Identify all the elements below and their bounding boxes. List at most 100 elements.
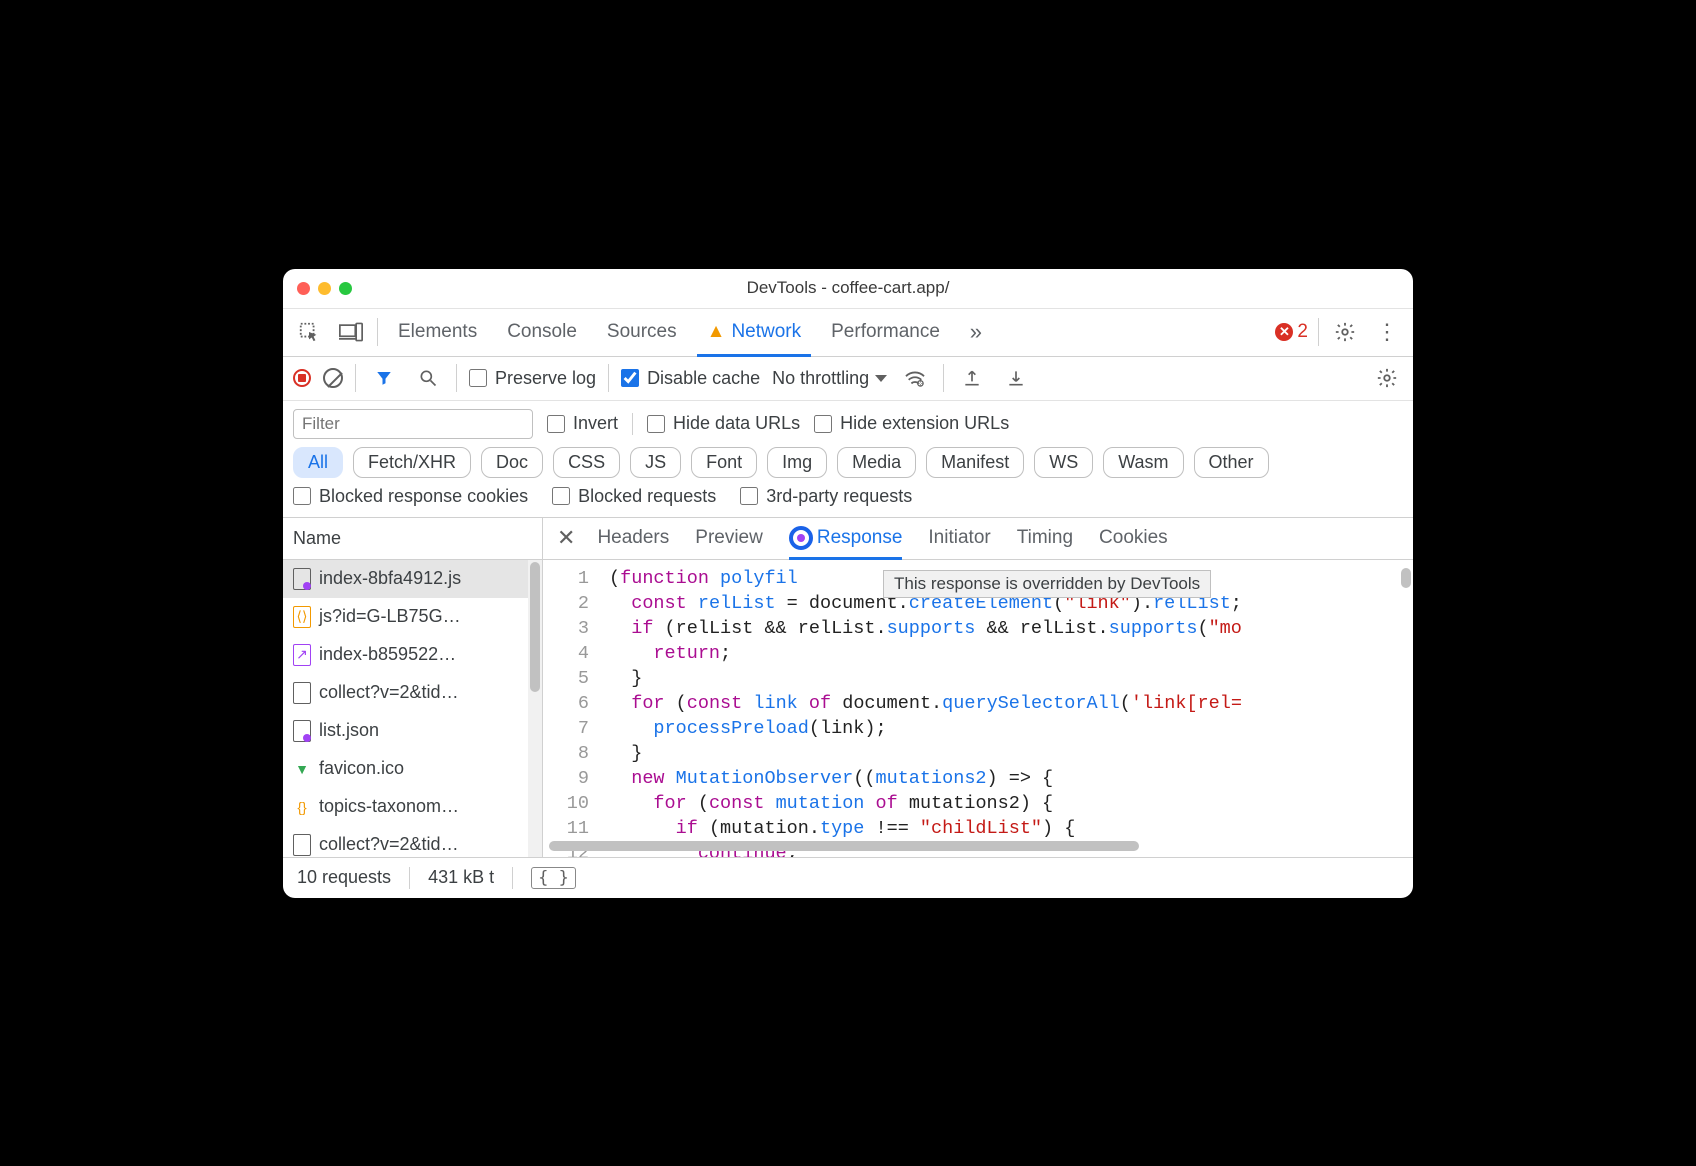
detail-tab-label: Preview <box>695 527 763 549</box>
type-chip-css[interactable]: CSS <box>553 447 620 478</box>
panel-tab-label: Elements <box>398 321 477 343</box>
request-row[interactable]: {}topics-taxonom… <box>283 788 542 826</box>
status-bar: 10 requests 431 kB t { } <box>283 858 1413 898</box>
clear-button[interactable] <box>323 368 343 388</box>
detail-tab-preview[interactable]: Preview <box>695 517 763 559</box>
panel-tab-network[interactable]: ▲Network <box>697 309 812 357</box>
hide-data-urls-checkbox[interactable]: Hide data URLs <box>647 413 800 434</box>
error-count-badge[interactable]: ✕ 2 <box>1275 321 1308 343</box>
vue-icon: ▼ <box>293 758 311 780</box>
request-row[interactable]: collect?v=2&tid… <box>283 674 542 712</box>
preserve-log-checkbox[interactable]: Preserve log <box>469 368 596 389</box>
scrollbar-thumb[interactable] <box>549 841 1139 851</box>
search-icon[interactable] <box>412 362 444 394</box>
titlebar: DevTools - coffee-cart.app/ <box>283 269 1413 309</box>
preserve-log-label: Preserve log <box>495 368 596 389</box>
hide-extension-urls-checkbox[interactable]: Hide extension URLs <box>814 413 1009 434</box>
code-vertical-scrollbar[interactable] <box>1401 568 1411 588</box>
request-name: favicon.ico <box>319 758 404 779</box>
type-chip-fetchxhr[interactable]: Fetch/XHR <box>353 447 471 478</box>
record-button[interactable] <box>293 369 311 387</box>
filter-toggle-icon[interactable] <box>368 362 400 394</box>
request-row[interactable]: index-8bfa4912.js <box>283 560 542 598</box>
zoom-window-button[interactable] <box>339 282 352 295</box>
more-tabs-icon[interactable]: » <box>960 316 992 348</box>
panel-tab-sources[interactable]: Sources <box>597 308 687 356</box>
inspect-icon[interactable] <box>293 316 325 348</box>
close-detail-button[interactable]: ✕ <box>557 525 575 551</box>
import-har-icon[interactable] <box>956 362 988 394</box>
blocked-cookies-checkbox[interactable]: Blocked response cookies <box>293 486 528 507</box>
blocked-cookies-label: Blocked response cookies <box>319 486 528 507</box>
filter-input[interactable] <box>293 409 533 439</box>
code-content[interactable]: (function polyfil const relList = docume… <box>599 560 1413 857</box>
panel-tab-console[interactable]: Console <box>497 308 587 356</box>
blocked-requests-checkbox[interactable]: Blocked requests <box>552 486 716 507</box>
minimize-window-button[interactable] <box>318 282 331 295</box>
kebab-menu-icon[interactable]: ⋮ <box>1371 316 1403 348</box>
transferred-size: 431 kB t <box>428 867 494 888</box>
extra-filter-row: Blocked response cookies Blocked request… <box>283 486 1413 518</box>
request-row[interactable]: collect?v=2&tid… <box>283 826 542 857</box>
type-chip-ws[interactable]: WS <box>1034 447 1093 478</box>
divider <box>355 364 356 392</box>
type-chip-wasm[interactable]: Wasm <box>1103 447 1183 478</box>
type-chip-js[interactable]: JS <box>630 447 681 478</box>
type-chip-font[interactable]: Font <box>691 447 757 478</box>
detail-tab-label: Response <box>817 527 903 549</box>
invert-checkbox[interactable]: Invert <box>547 413 618 434</box>
type-chip-other[interactable]: Other <box>1194 447 1269 478</box>
pretty-print-button[interactable]: { } <box>531 867 576 889</box>
code-horizontal-scrollbar[interactable] <box>543 841 1403 853</box>
detail-tab-timing[interactable]: Timing <box>1017 517 1073 559</box>
request-count: 10 requests <box>297 867 391 888</box>
detail-tab-label: Initiator <box>928 527 990 549</box>
divider <box>1318 318 1319 346</box>
divider <box>632 413 633 435</box>
type-chip-manifest[interactable]: Manifest <box>926 447 1024 478</box>
network-conditions-icon[interactable] <box>899 362 931 394</box>
third-party-checkbox[interactable]: 3rd-party requests <box>740 486 912 507</box>
settings-icon[interactable] <box>1329 316 1361 348</box>
request-row[interactable]: ⟨⟩js?id=G-LB75G… <box>283 598 542 636</box>
request-row[interactable]: ↗index-b859522… <box>283 636 542 674</box>
detail-tab-initiator[interactable]: Initiator <box>928 517 990 559</box>
panel-tab-label: Performance <box>831 321 940 343</box>
disable-cache-label: Disable cache <box>647 368 760 389</box>
detail-tab-headers[interactable]: Headers <box>597 517 669 559</box>
error-count: 2 <box>1297 321 1308 343</box>
request-row[interactable]: ▼ favicon.ico <box>283 750 542 788</box>
divider <box>456 364 457 392</box>
request-name: collect?v=2&tid… <box>319 682 459 703</box>
detail-tab-label: Cookies <box>1099 527 1168 549</box>
throttling-select[interactable]: No throttling <box>772 368 887 389</box>
throttling-value: No throttling <box>772 368 869 389</box>
json-icon: {} <box>293 796 311 818</box>
detail-tab-cookies[interactable]: Cookies <box>1099 517 1168 559</box>
device-toolbar-icon[interactable] <box>335 316 367 348</box>
vertical-scrollbar[interactable] <box>528 560 542 857</box>
type-chip-doc[interactable]: Doc <box>481 447 543 478</box>
hide-data-urls-label: Hide data URLs <box>673 413 800 434</box>
name-column-header[interactable]: Name <box>283 518 542 560</box>
divider <box>409 867 410 889</box>
disable-cache-checkbox[interactable]: Disable cache <box>621 368 760 389</box>
panel-tab-label: Sources <box>607 321 677 343</box>
panel-tab-performance[interactable]: Performance <box>821 308 950 356</box>
type-chip-media[interactable]: Media <box>837 447 916 478</box>
line-gutter: 123456789101112 <box>543 560 599 857</box>
network-settings-icon[interactable] <box>1371 362 1403 394</box>
close-window-button[interactable] <box>297 282 310 295</box>
window-controls <box>297 282 352 295</box>
panel-tab-elements[interactable]: Elements <box>388 308 487 356</box>
document-icon <box>293 834 311 856</box>
error-icon: ✕ <box>1275 323 1293 341</box>
network-toolbar: Preserve log Disable cache No throttling <box>283 357 1413 401</box>
detail-tab-response[interactable]: Response <box>789 518 903 560</box>
export-har-icon[interactable] <box>1000 362 1032 394</box>
type-chip-all[interactable]: All <box>293 447 343 478</box>
scrollbar-thumb[interactable] <box>530 562 540 692</box>
type-chip-img[interactable]: Img <box>767 447 827 478</box>
request-name: index-b859522… <box>319 644 456 665</box>
request-row[interactable]: list.json <box>283 712 542 750</box>
